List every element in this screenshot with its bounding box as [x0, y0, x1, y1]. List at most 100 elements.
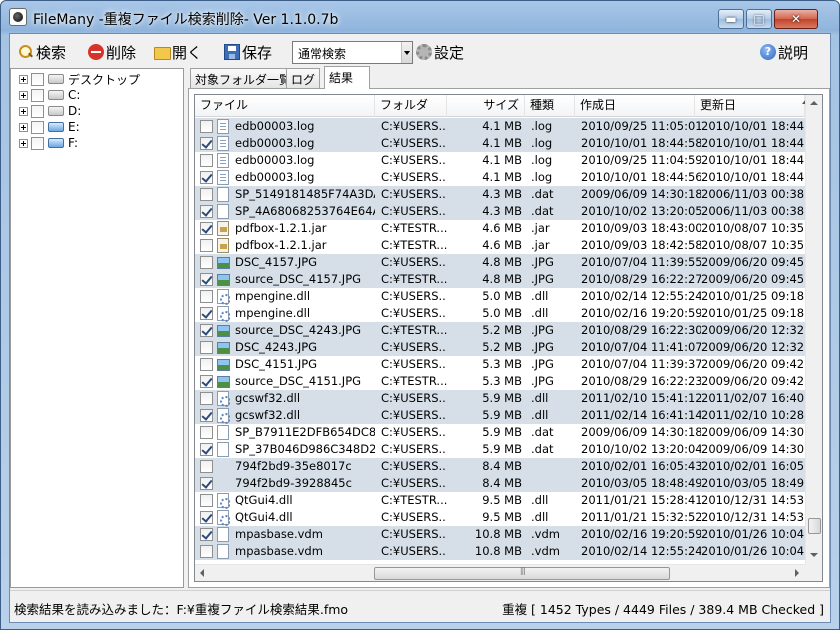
row-checkbox[interactable] — [200, 460, 213, 473]
table-row[interactable]: gcswf32.dll C:¥USERS... 5.9 MB .dll 2011/02/… — [195, 407, 805, 424]
row-checkbox-cell[interactable] — [200, 118, 214, 135]
tree-checkbox[interactable] — [31, 120, 44, 134]
row-checkbox[interactable] — [200, 137, 213, 150]
row-checkbox[interactable] — [200, 494, 213, 507]
row-checkbox-cell[interactable] — [200, 424, 214, 441]
tree-item-desktop[interactable]: デスクトップ — [19, 71, 140, 87]
tab-target-folders[interactable]: 対象フォルダ一覧 — [190, 68, 297, 88]
column-header-updated[interactable]: 更新日 — [695, 95, 805, 117]
row-checkbox-cell[interactable] — [200, 203, 214, 220]
row-checkbox-cell[interactable] — [200, 458, 214, 475]
results-table[interactable]: ファイル フォルダ サイズ 種類 作成日 更新日 edb00003.log C:¥… — [194, 94, 823, 582]
expand-icon[interactable] — [19, 74, 28, 84]
table-row[interactable]: QtGui4.dll C:¥USERS... 9.5 MB .dll 2011/01/2… — [195, 509, 805, 526]
row-checkbox-cell[interactable] — [200, 135, 214, 152]
table-row[interactable]: source_DSC_4151.JPG C:¥TESTR... 5.3 MB .JPG… — [195, 373, 805, 390]
open-button[interactable]: 開く — [154, 40, 202, 64]
row-checkbox[interactable] — [200, 409, 213, 422]
close-button[interactable]: ✕ — [774, 9, 818, 29]
table-row[interactable]: SP_5149181485F74A3DA8... C:¥USERS... 4.3 M… — [195, 186, 805, 203]
search-button[interactable]: 検索 — [18, 40, 66, 64]
folder-tree[interactable]: デスクトップ C: D: E: F: — [10, 68, 184, 588]
row-checkbox-cell[interactable] — [200, 271, 214, 288]
row-checkbox-cell[interactable] — [200, 475, 214, 492]
table-row[interactable]: DSC_4157.JPG C:¥USERS... 4.8 MB .JPG 2010/07… — [195, 254, 805, 271]
row-checkbox[interactable] — [200, 273, 213, 286]
row-checkbox[interactable] — [200, 171, 213, 184]
row-checkbox-cell[interactable] — [200, 526, 214, 543]
row-checkbox[interactable] — [200, 222, 213, 235]
help-button[interactable]: ? 説明 — [760, 40, 808, 64]
scroll-left-icon[interactable] — [195, 565, 212, 581]
save-button[interactable]: 保存 — [224, 40, 272, 64]
table-row[interactable]: mpengine.dll C:¥USERS... 5.0 MB .dll 2010/02… — [195, 288, 805, 305]
row-checkbox-cell[interactable] — [200, 441, 214, 458]
table-row[interactable]: pdfbox-1.2.1.jar C:¥TESTR... 4.6 MB .jar 201… — [195, 237, 805, 254]
row-checkbox[interactable] — [200, 528, 213, 541]
tab-results[interactable]: 結果 — [324, 66, 370, 89]
table-row[interactable]: pdfbox-1.2.1.jar C:¥TESTR... 4.6 MB .jar 201… — [195, 220, 805, 237]
table-row[interactable]: DSC_4151.JPG C:¥USERS... 5.3 MB .JPG 2010/07… — [195, 356, 805, 373]
table-row[interactable]: mpasbase.vdm C:¥USERS... 10.8 MB .vdm 2010/0… — [195, 526, 805, 543]
row-checkbox[interactable] — [200, 341, 213, 354]
table-row[interactable]: 794f2bd9-35e8017c C:¥USERS... 8.4 MB 2010/0… — [195, 458, 805, 475]
row-checkbox-cell[interactable] — [200, 152, 214, 169]
table-row[interactable]: edb00003.log C:¥USERS... 4.1 MB .log 2010/09… — [195, 118, 805, 135]
table-row[interactable]: gcswf32.dll C:¥USERS... 5.9 MB .dll 2011/02/… — [195, 390, 805, 407]
settings-button[interactable]: 設定 — [416, 40, 464, 64]
app-icon[interactable] — [9, 8, 27, 26]
tree-item-d[interactable]: D: — [19, 103, 81, 119]
row-checkbox[interactable] — [200, 358, 213, 371]
horizontal-scrollbar[interactable] — [195, 564, 805, 581]
column-header-type[interactable]: 種類 — [525, 95, 575, 117]
tree-item-e[interactable]: E: — [19, 119, 80, 135]
row-checkbox-cell[interactable] — [200, 492, 214, 509]
table-row[interactable]: mpengine.dll C:¥USERS... 5.0 MB .dll 2010/02… — [195, 305, 805, 322]
row-checkbox-cell[interactable] — [200, 237, 214, 254]
expand-icon[interactable] — [19, 122, 28, 132]
table-row[interactable]: 794f2bd9-3928845c C:¥USERS... 8.4 MB 2010/0… — [195, 475, 805, 492]
vertical-scrollbar[interactable] — [805, 95, 822, 564]
row-checkbox-cell[interactable] — [200, 390, 214, 407]
row-checkbox[interactable] — [200, 511, 213, 524]
tree-checkbox[interactable] — [31, 88, 44, 102]
column-header-size[interactable]: サイズ — [447, 95, 525, 117]
scroll-right-icon[interactable] — [788, 565, 805, 581]
column-header-file[interactable]: ファイル — [195, 95, 375, 117]
row-checkbox[interactable] — [200, 290, 213, 303]
row-checkbox[interactable] — [200, 375, 213, 388]
row-checkbox-cell[interactable] — [200, 169, 214, 186]
table-row[interactable]: edb00003.log C:¥USERS... 4.1 MB .log 2010/10… — [195, 169, 805, 186]
row-checkbox[interactable] — [200, 188, 213, 201]
expand-icon[interactable] — [19, 90, 28, 100]
row-checkbox[interactable] — [200, 426, 213, 439]
tree-checkbox[interactable] — [31, 136, 44, 150]
row-checkbox-cell[interactable] — [200, 509, 214, 526]
tree-item-c[interactable]: C: — [19, 87, 80, 103]
table-row[interactable]: DSC_4243.JPG C:¥USERS... 5.2 MB .JPG 2010/07… — [195, 339, 805, 356]
table-row[interactable]: source_DSC_4243.JPG C:¥TESTR... 5.2 MB .JPG… — [195, 322, 805, 339]
row-checkbox-cell[interactable] — [200, 305, 214, 322]
row-checkbox[interactable] — [200, 545, 213, 558]
vertical-scroll-thumb[interactable] — [808, 518, 821, 535]
row-checkbox-cell[interactable] — [200, 322, 214, 339]
scroll-down-icon[interactable] — [806, 547, 822, 564]
tree-checkbox[interactable] — [31, 104, 44, 118]
table-row[interactable]: mpasbase.vdm C:¥USERS... 10.8 MB .vdm 2010/0… — [195, 543, 805, 560]
table-row[interactable]: QtGui4.dll C:¥TESTR... 9.5 MB .dll 2011/01/2… — [195, 492, 805, 509]
row-checkbox[interactable] — [200, 307, 213, 320]
row-checkbox-cell[interactable] — [200, 373, 214, 390]
tab-log[interactable]: ログ — [286, 68, 321, 88]
row-checkbox-cell[interactable] — [200, 288, 214, 305]
maximize-button[interactable]: □ — [746, 9, 772, 29]
table-row[interactable]: SP_B7911E2DFB654DC88... C:¥USERS... 5.9 MB… — [195, 424, 805, 441]
table-row[interactable]: SP_37B046D986C348D2B... C:¥USERS... 5.9 MB… — [195, 441, 805, 458]
row-checkbox[interactable] — [200, 120, 213, 133]
table-row[interactable]: edb00003.log C:¥USERS... 4.1 MB .log 2010/09… — [195, 152, 805, 169]
row-checkbox-cell[interactable] — [200, 254, 214, 271]
row-checkbox-cell[interactable] — [200, 339, 214, 356]
delete-button[interactable]: 削除 — [88, 40, 136, 64]
table-row[interactable]: SP_4A68068253764E64A1... C:¥USERS... 4.3 M… — [195, 203, 805, 220]
row-checkbox-cell[interactable] — [200, 220, 214, 237]
column-header-folder[interactable]: フォルダ — [375, 95, 447, 117]
